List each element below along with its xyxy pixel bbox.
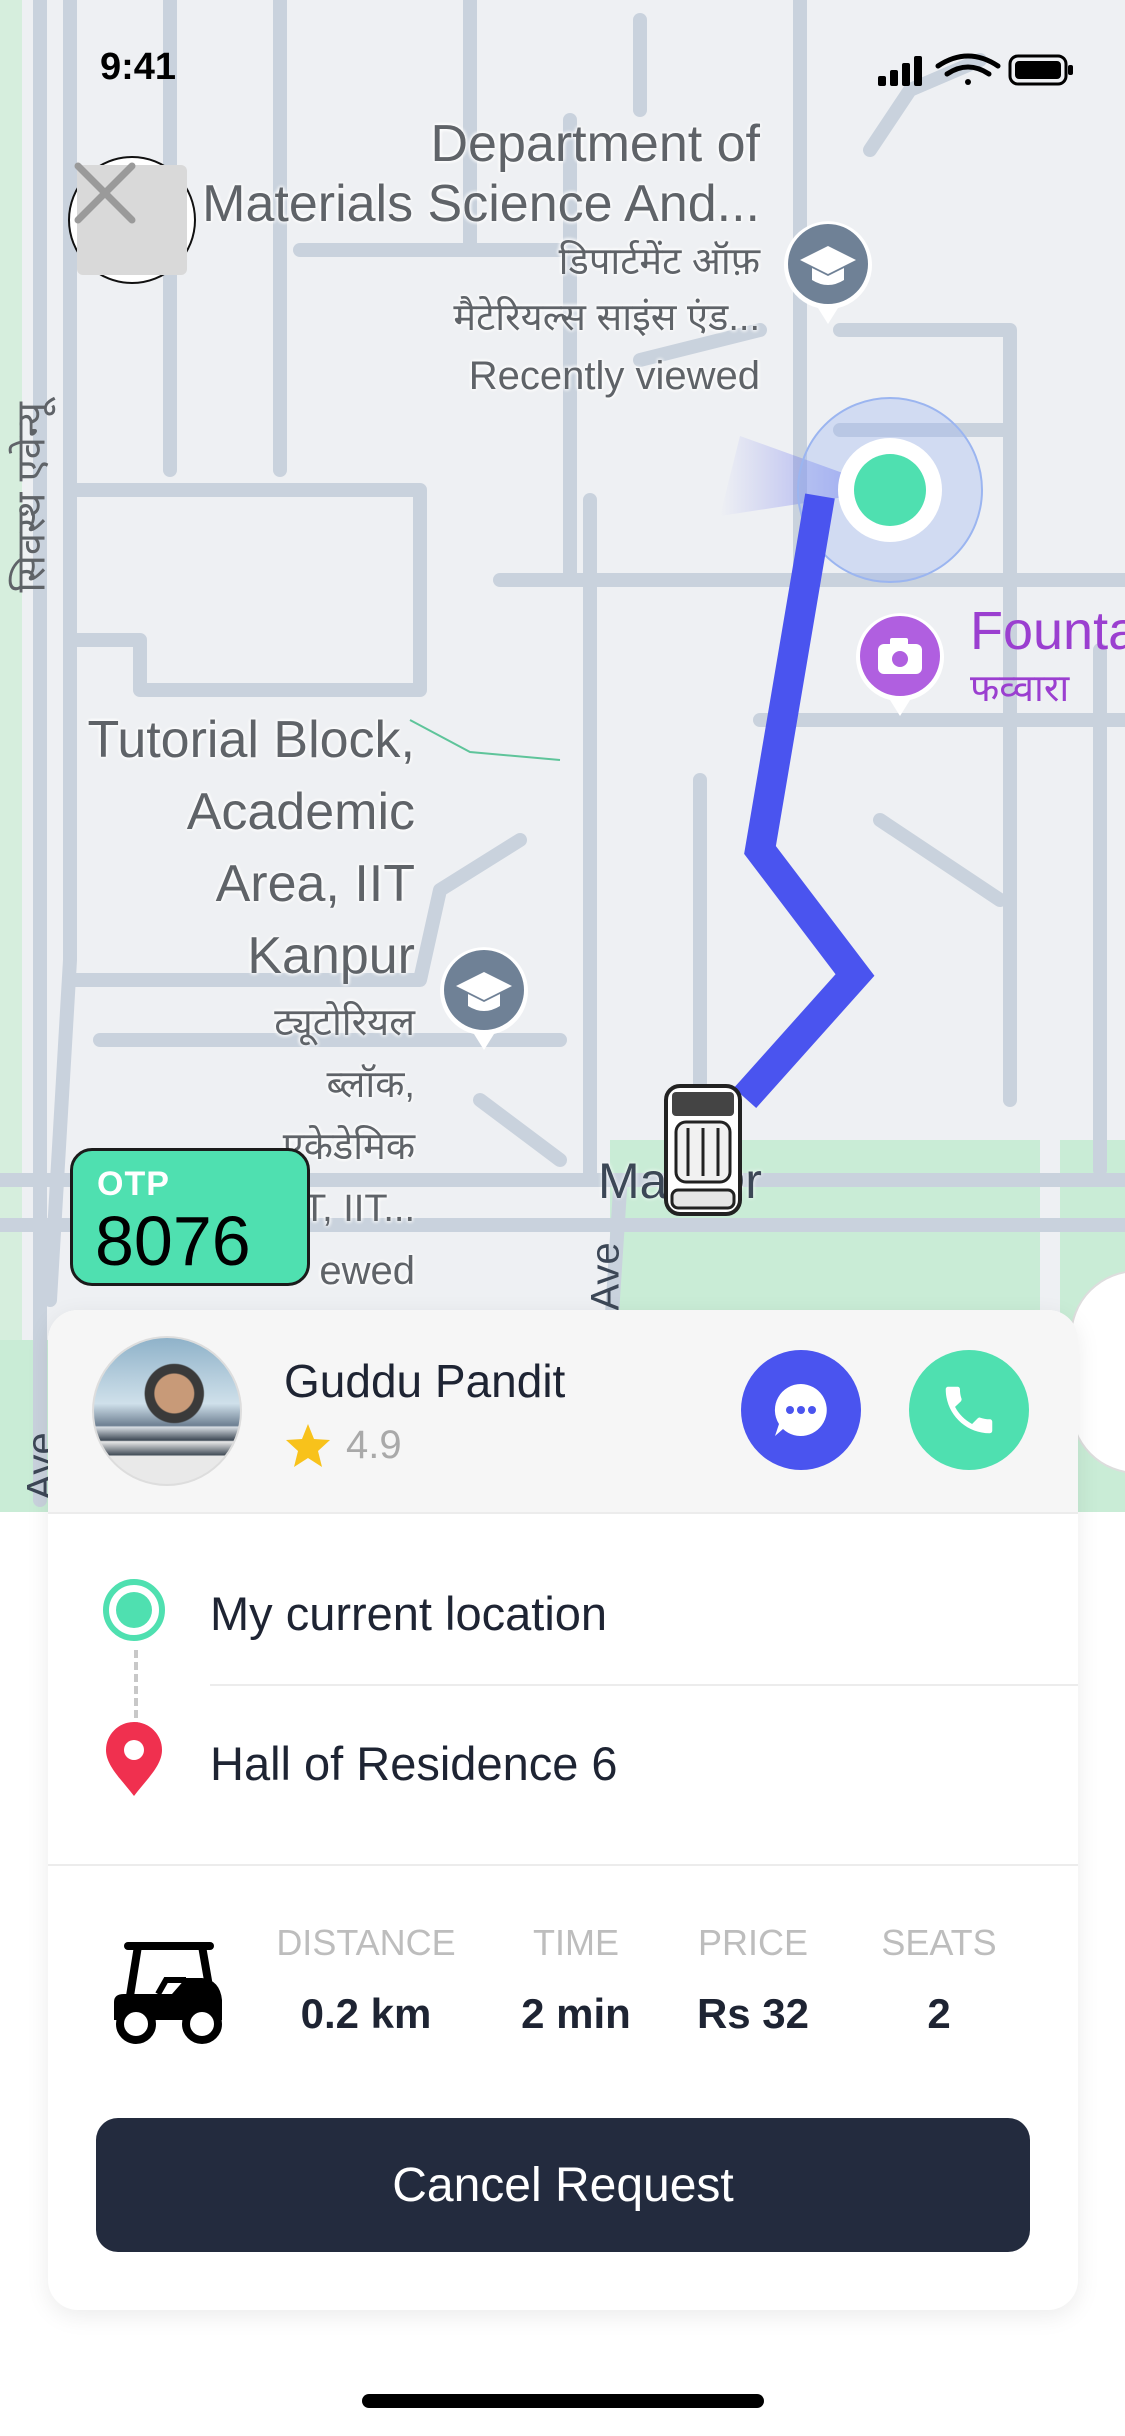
vehicle-icon — [662, 1082, 744, 1218]
dropoff-text: Hall of Residence 6 — [210, 1737, 618, 1790]
avatar — [92, 1336, 242, 1486]
stat-price-value: Rs 32 — [696, 1990, 810, 2037]
destination-pin-icon — [106, 1722, 162, 1796]
pickup-row[interactable]: My current location — [48, 1536, 1078, 1686]
stat-seats-value: 2 — [927, 1990, 951, 2037]
star-icon — [286, 1424, 330, 1467]
stat-time-label: TIME — [533, 1922, 619, 1963]
otp-badge: OTP 8076 — [70, 1148, 310, 1286]
road-label-ave: Ave — [583, 1242, 628, 1311]
camera-icon[interactable] — [852, 608, 948, 720]
chat-button[interactable] — [741, 1350, 861, 1470]
chat-icon — [774, 1383, 827, 1436]
rating-value: 4.9 — [346, 1422, 402, 1467]
driver-info: Guddu Pandit 4.9 — [48, 1310, 1078, 1514]
dropoff-row[interactable]: Hall of Residence 6 — [48, 1686, 1078, 1836]
home-indicator[interactable] — [362, 2394, 764, 2408]
stat-distance-label: DISTANCE — [276, 1922, 456, 1963]
driver-name: Guddu Pandit — [284, 1355, 566, 1407]
stat-distance-value: 0.2 km — [300, 1990, 432, 2037]
stat-seats-label: SEATS — [881, 1922, 997, 1963]
ride-card: Guddu Pandit 4.9 My current location Hal… — [48, 1310, 1078, 2310]
map-view[interactable]: 9:41 Department of Materials Science And… — [0, 0, 1125, 1512]
stat-time-value: 2 min — [521, 1990, 631, 2037]
otp-code: 8076 — [95, 1202, 251, 1280]
pickup-text: My current location — [210, 1587, 608, 1640]
section-divider — [48, 1864, 1078, 1866]
road-label-left: सिवस्थ एवेन्यू — [9, 402, 54, 593]
call-button[interactable] — [909, 1350, 1029, 1470]
otp-label: OTP — [97, 1165, 170, 1203]
driver-rating: 4.9 — [284, 1422, 402, 1468]
phone-icon — [945, 1386, 993, 1434]
map-label-fountain: Founta फव्वारा — [970, 601, 1125, 710]
pickup-dot-icon — [103, 1579, 165, 1641]
cancel-request-button[interactable]: Cancel Request — [96, 2118, 1030, 2252]
golf-cart-icon — [114, 1942, 222, 2044]
stat-price-label: PRICE — [697, 1922, 809, 1963]
graduation-cap-icon-tutorial[interactable] — [436, 942, 532, 1054]
